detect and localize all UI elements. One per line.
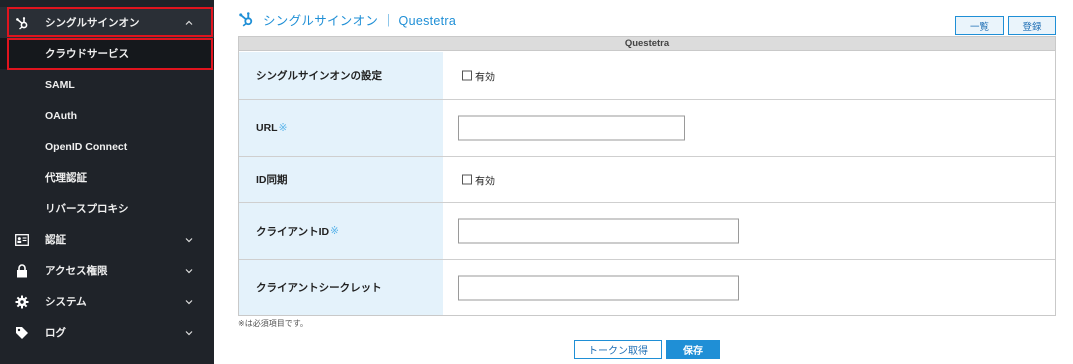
gear-icon (15, 295, 29, 309)
hubspot-sso-icon (15, 16, 29, 30)
sidebar: シングルサインオン クラウドサービス SAML OAuth OpenID Con… (0, 0, 214, 364)
list-button[interactable]: 一覧 (955, 16, 1004, 35)
chevron-down-icon (184, 266, 194, 276)
checkbox-label: 有効 (475, 72, 495, 83)
page-header: シングルサインオン ｜ Questetra (238, 8, 456, 30)
get-token-button[interactable]: トークン取得 (574, 340, 662, 359)
field-label: シングルサインオンの設定 (239, 52, 443, 99)
sidebar-item-label: 認証 (45, 234, 66, 246)
url-input[interactable] (458, 115, 685, 141)
sidebar-item-single-sign-on[interactable]: シングルサインオン (0, 7, 214, 38)
sidebar-item-label: OpenID Connect (45, 140, 128, 153)
chevron-down-icon (184, 328, 194, 338)
checkbox-box[interactable] (462, 70, 472, 81)
required-mark: ※ (330, 225, 339, 237)
sidebar-item-oauth[interactable]: OAuth (0, 100, 214, 131)
checkbox-box[interactable] (462, 174, 472, 185)
tag-icon (15, 326, 29, 340)
client-secret-input[interactable] (458, 275, 739, 300)
chevron-down-icon (184, 297, 194, 307)
checkbox-label: 有効 (475, 176, 495, 187)
sidebar-item-label: クラウドサービス (45, 48, 129, 60)
chevron-up-icon (184, 18, 194, 28)
sso-settings-form: Questetra シングルサインオンの設定 有効 URL ※ ID同期 有効 ク… (238, 36, 1056, 316)
id-card-icon (15, 233, 29, 247)
sidebar-item-proxy-auth[interactable]: 代理認証 (0, 162, 214, 193)
sidebar-item-log[interactable]: ログ (0, 317, 214, 348)
form-section-title: Questetra (239, 37, 1055, 51)
sidebar-item-label: SAML (45, 78, 75, 91)
required-note: ※は必須項目です。 (238, 319, 308, 328)
sidebar-item-label: ログ (45, 327, 66, 339)
sidebar-item-label: シングルサインオン (45, 17, 140, 29)
sidebar-item-label: 代理認証 (45, 172, 87, 184)
field-label: クライアントID ※ (239, 203, 443, 259)
sidebar-item-label: システム (45, 296, 87, 308)
page-title: シングルサインオン ｜ Questetra (263, 13, 457, 28)
form-row-client-secret: クライアントシークレット (239, 260, 1055, 315)
sidebar-item-reverse-proxy[interactable]: リバースプロキシ (0, 193, 214, 224)
sidebar-item-label: OAuth (45, 109, 78, 122)
field-label: クライアントシークレット (239, 260, 443, 315)
sidebar-item-openid-connect[interactable]: OpenID Connect (0, 131, 214, 162)
client-id-input[interactable] (458, 218, 739, 244)
register-button[interactable]: 登録 (1008, 16, 1056, 35)
sidebar-item-auth[interactable]: 認証 (0, 224, 214, 255)
id-sync-checkbox[interactable]: 有効 (462, 172, 495, 187)
form-row-sso-setting: シングルサインオンの設定 有効 (239, 52, 1055, 100)
save-button[interactable]: 保存 (666, 340, 720, 359)
lock-icon (15, 263, 29, 278)
chevron-down-icon (184, 235, 194, 245)
sidebar-item-saml[interactable]: SAML (0, 69, 214, 100)
required-mark: ※ (278, 122, 288, 134)
form-row-id-sync: ID同期 有効 (239, 157, 1055, 203)
sidebar-item-cloud-service[interactable]: クラウドサービス (0, 38, 214, 69)
form-row-client-id: クライアントID ※ (239, 203, 1055, 260)
sidebar-item-system[interactable]: システム (0, 286, 214, 317)
field-label: URL ※ (239, 100, 443, 156)
field-label: ID同期 (239, 157, 443, 202)
form-row-url: URL ※ (239, 100, 1055, 157)
sso-enabled-checkbox[interactable]: 有効 (462, 68, 495, 83)
hubspot-sso-icon (238, 11, 254, 27)
sidebar-item-label: アクセス権限 (45, 265, 108, 277)
sidebar-item-label: リバースプロキシ (45, 203, 129, 215)
sidebar-item-access-rights[interactable]: アクセス権限 (0, 255, 214, 286)
